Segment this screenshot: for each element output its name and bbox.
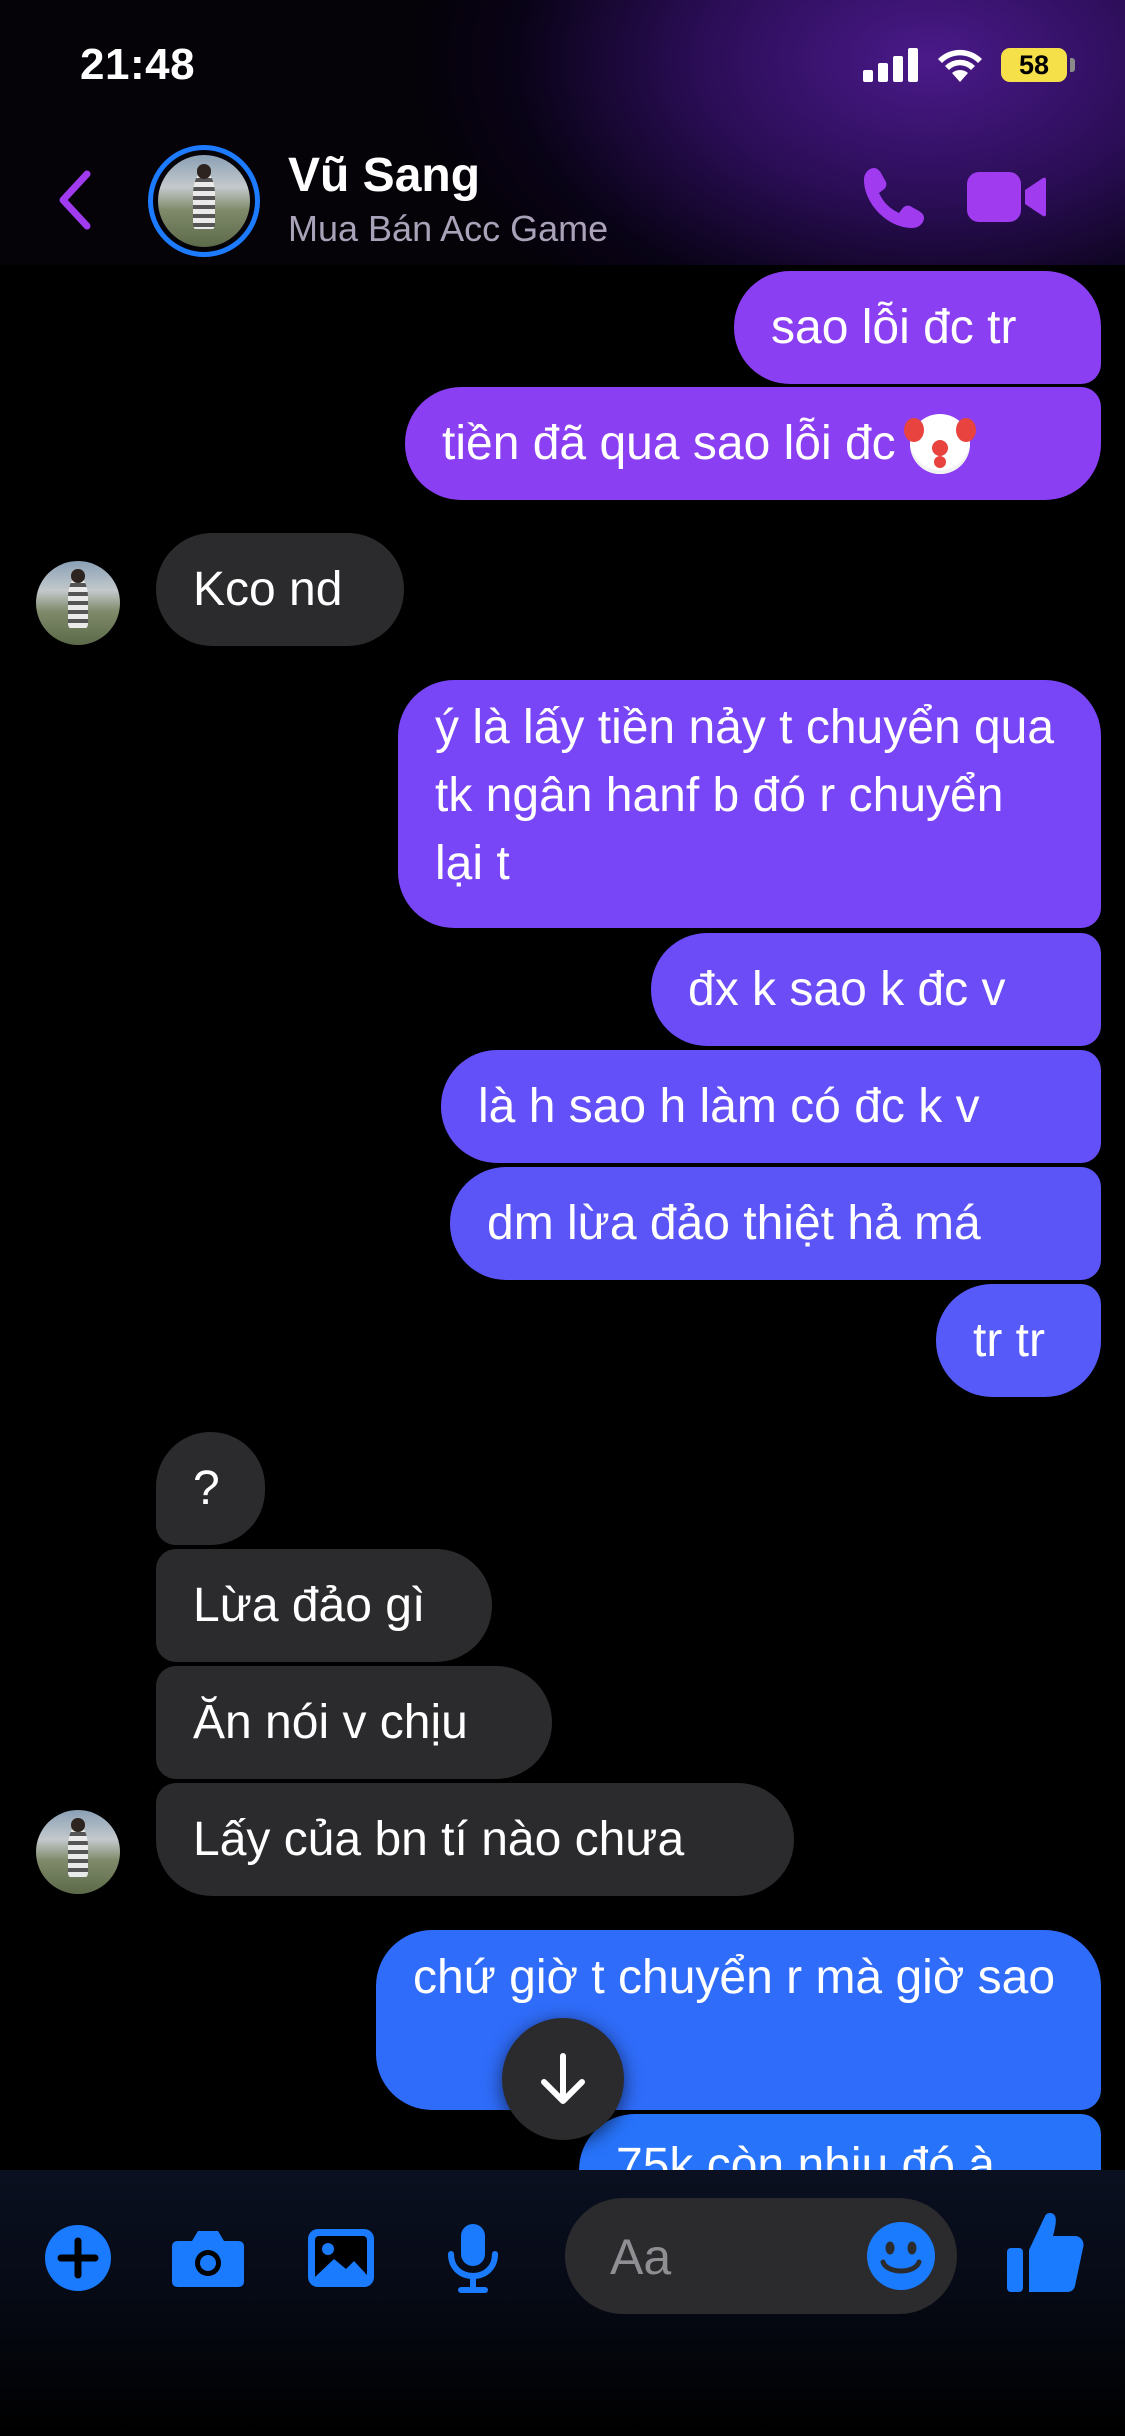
sender-avatar[interactable] (36, 561, 120, 645)
message-bubble-outgoing[interactable]: ý là lấy tiền nảy t chuyển qua tk ngân h… (398, 680, 1101, 928)
plus-icon (45, 2225, 111, 2291)
message-text: tiền đã qua sao lỗi đc (442, 416, 896, 470)
video-call-button[interactable] (965, 166, 1047, 228)
voice-message-button[interactable] (435, 2220, 511, 2296)
add-button[interactable] (40, 2220, 116, 2296)
phone-icon (864, 168, 924, 228)
message-text: đx k sao k đc v (688, 962, 1006, 1016)
contact-subtitle: Mua Bán Acc Game (288, 208, 609, 249)
message-bubble-outgoing[interactable]: dm lừa đảo thiệt hả má (450, 1167, 1101, 1280)
message-bubble-incoming[interactable]: ? (156, 1432, 265, 1545)
message-text: ? (193, 1461, 220, 1515)
camera-icon (172, 2231, 244, 2287)
message-text: Ăn nói v chịu (193, 1695, 468, 1749)
camera-button[interactable] (170, 2220, 246, 2296)
like-button[interactable] (1005, 2210, 1085, 2296)
status-indicators: 58 (863, 48, 1075, 82)
cellular-signal-icon (863, 48, 918, 82)
back-button[interactable] (50, 160, 100, 240)
message-text: Lừa đảo gì (193, 1578, 426, 1632)
message-bubble-incoming[interactable]: Lừa đảo gì (156, 1549, 492, 1662)
message-bubble-incoming[interactable]: Kco nd (156, 533, 404, 646)
photo-icon (308, 2229, 374, 2287)
message-bubble-outgoing[interactable]: tr tr (936, 1284, 1101, 1397)
message-text: là h sao h làm có đc k v (478, 1079, 980, 1133)
message-bubble-incoming[interactable]: Lấy của bn tí nào chưa (156, 1783, 794, 1896)
message-text: sao lỗi đc tr (771, 300, 1017, 354)
message-bubble-outgoing[interactable]: là h sao h làm có đc k v (441, 1050, 1101, 1163)
message-bubble-outgoing[interactable]: đx k sao k đc v (651, 933, 1101, 1046)
message-text: 75k còn nhiu đó à (616, 2139, 995, 2170)
microphone-icon (448, 2224, 498, 2293)
battery-percent: 58 (1018, 50, 1050, 80)
message-text: Kco nd (193, 562, 343, 616)
message-bubble-outgoing[interactable]: sao lỗi đc tr (734, 271, 1101, 384)
message-text: ý là lấy tiền nảy t chuyển qua tk ngân h… (435, 701, 1055, 890)
conversation-header: Vũ Sang Mua Bán Acc Game (0, 140, 1125, 265)
message-bubble-outgoing[interactable]: chứ giờ t chuyển r mà giờ sao (376, 1930, 1101, 2110)
message-bubble-incoming[interactable]: Ăn nói v chịu (156, 1666, 552, 1779)
message-input[interactable]: Aa (565, 2198, 957, 2314)
contact-name[interactable]: Vũ Sang (288, 148, 480, 203)
message-bubble-outgoing[interactable]: tiền đã qua sao lỗi đc (405, 387, 1101, 500)
arrow-down-icon (541, 2053, 585, 2104)
emoji-button[interactable] (863, 2218, 939, 2294)
status-bar: 21:48 58 (0, 0, 1125, 140)
scroll-to-bottom-button[interactable] (502, 2018, 624, 2140)
gallery-button[interactable] (303, 2220, 379, 2296)
message-composer: Aa (0, 2170, 1125, 2436)
message-bubble-outgoing[interactable]: 75k còn nhiu đó à (579, 2114, 1101, 2170)
message-text: Lấy của bn tí nào chưa (193, 1812, 685, 1866)
thumbs-up-icon (1007, 2213, 1084, 2292)
message-text: dm lừa đảo thiệt hả má (487, 1196, 981, 1250)
avatar (158, 155, 250, 247)
back-chevron-icon (59, 170, 91, 230)
battery-cap (1070, 58, 1075, 72)
status-time: 21:48 (80, 40, 196, 89)
message-thread[interactable]: sao lỗi đc tr tiền đã qua sao lỗi đc Kco… (0, 265, 1125, 2170)
voice-call-button[interactable] (858, 162, 930, 234)
message-input-placeholder: Aa (610, 2229, 672, 2285)
sender-avatar[interactable] (36, 1810, 120, 1894)
video-camera-icon (967, 172, 1046, 222)
battery-indicator: 58 (1001, 48, 1075, 82)
clown-face-emoji (903, 413, 970, 474)
message-text: chứ giờ t chuyển r mà giờ sao (413, 1951, 1056, 2004)
message-text: tr tr (973, 1313, 1045, 1367)
smiley-face-icon (867, 2222, 935, 2290)
contact-avatar[interactable] (148, 145, 260, 257)
wifi-icon (938, 49, 982, 82)
